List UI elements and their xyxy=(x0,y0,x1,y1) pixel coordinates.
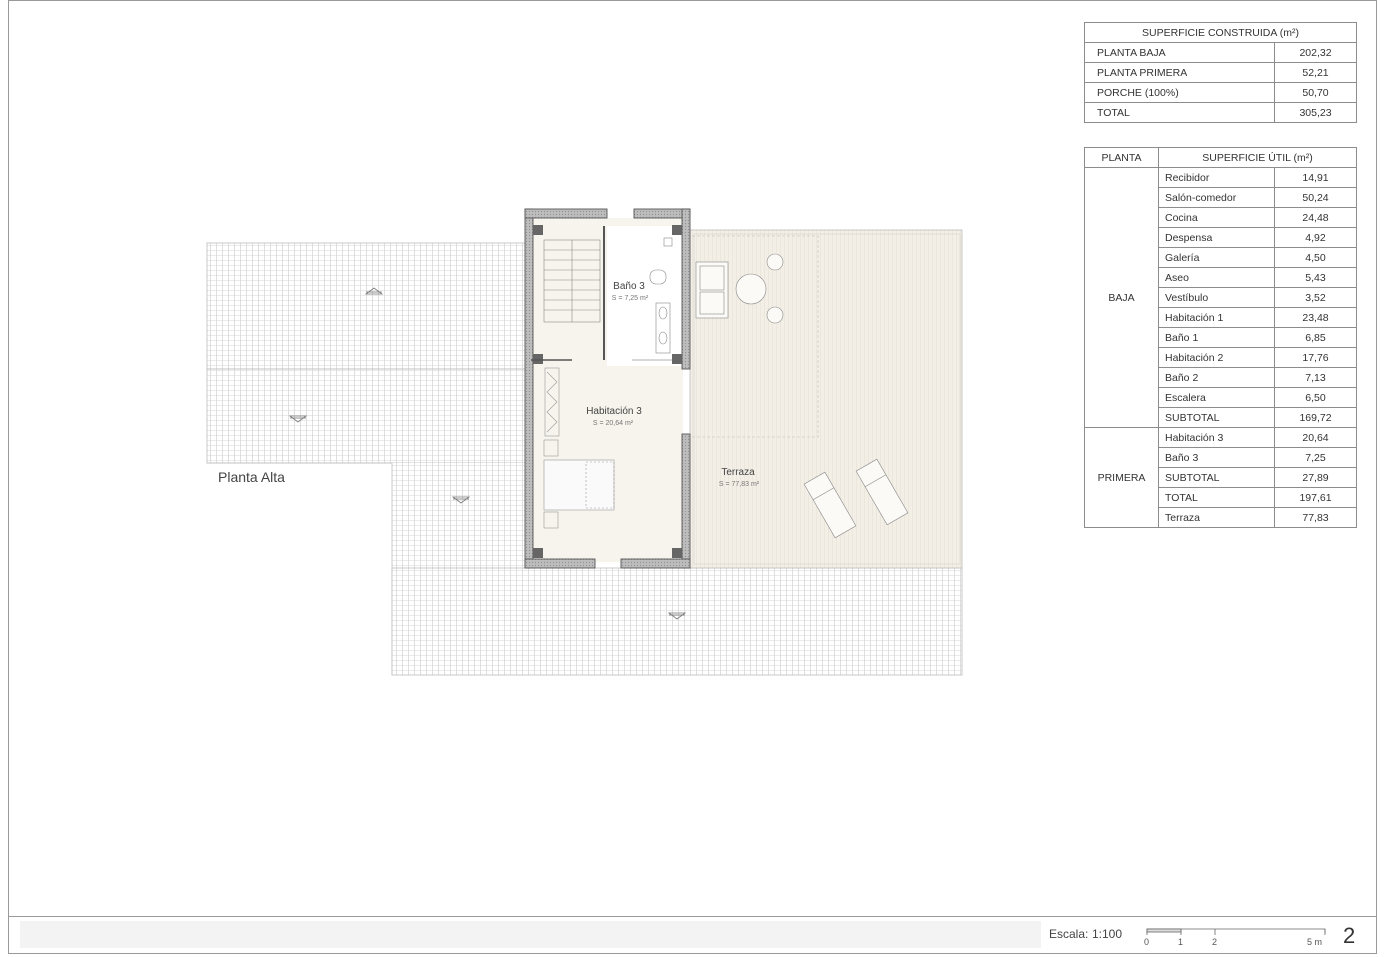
scale-tick-2: 2 xyxy=(1212,937,1218,947)
scale-tick-0: 0 xyxy=(1144,937,1150,947)
page-number: 2 xyxy=(1343,923,1356,948)
scale-tick-1: 1 xyxy=(1178,937,1184,947)
scale-bar xyxy=(1146,928,1326,935)
scale-tick-5m: 5 m xyxy=(1307,937,1323,947)
